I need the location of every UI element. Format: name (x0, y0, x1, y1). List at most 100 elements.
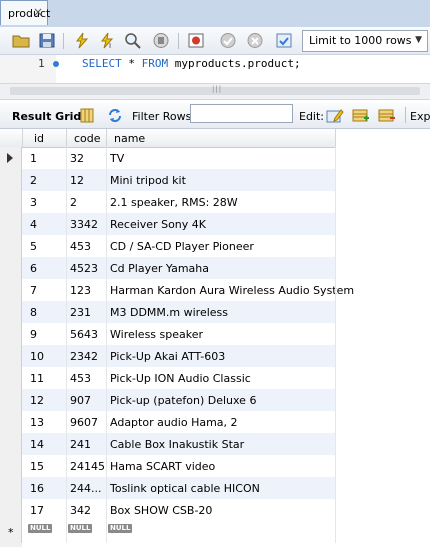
cell-id[interactable]: 13 (30, 416, 44, 429)
row-header[interactable] (0, 257, 22, 279)
export-label[interactable]: Expo (410, 110, 430, 123)
row-header[interactable] (0, 301, 22, 323)
cell-name[interactable]: Pick-up (patefon) Deluxe 6 (110, 394, 256, 407)
limit-rows-select[interactable]: Limit to 1000 rows ▼ (302, 30, 428, 52)
cell-id[interactable]: 6 (30, 262, 37, 275)
grid-layout-icon[interactable] (80, 108, 94, 123)
edit-row-icon[interactable] (326, 107, 344, 124)
sql-editor[interactable]: 1 SELECT * FROM myproducts.product; (0, 55, 430, 83)
cell-name[interactable]: Pick-Up Akai ATT-603 (110, 350, 225, 363)
column-divider[interactable] (335, 129, 336, 147)
cell-id[interactable]: 5 (30, 240, 37, 253)
cell-id[interactable]: 11 (30, 372, 44, 385)
cell-name[interactable]: Wireless speaker (110, 328, 203, 341)
row-header[interactable] (0, 433, 22, 455)
tab-product[interactable]: product × (0, 0, 50, 25)
filter-rows-input[interactable] (190, 104, 293, 123)
autocommit-icon[interactable] (275, 32, 293, 49)
new-row[interactable]: * NULL NULL NULL (0, 521, 336, 543)
cell-name[interactable]: Cable Box Inakustik Star (110, 438, 244, 451)
table-row[interactable]: 14 241 Cable Box Inakustik Star (0, 433, 336, 455)
row-header[interactable] (0, 345, 22, 367)
cell-id[interactable]: 9 (30, 328, 37, 341)
row-header[interactable] (0, 213, 22, 235)
table-row[interactable]: 12 907 Pick-up (patefon) Deluxe 6 (0, 389, 336, 411)
cell-name[interactable]: Pick-Up ION Audio Classic (110, 372, 251, 385)
execute-icon[interactable] (73, 32, 91, 49)
cell-name[interactable]: M3 DDMM.m wireless (110, 306, 228, 319)
row-header[interactable] (0, 191, 22, 213)
cell-id[interactable]: 4 (30, 218, 37, 231)
cell-id[interactable]: 2 (30, 174, 37, 187)
refresh-icon[interactable] (106, 107, 124, 124)
table-row[interactable]: 16 244... Toslink optical cable HICON (0, 477, 336, 499)
row-header[interactable] (0, 235, 22, 257)
row-header[interactable] (0, 411, 22, 433)
cell-code[interactable]: 453 (70, 372, 91, 385)
cell-id[interactable]: 17 (30, 504, 44, 517)
cell-name[interactable]: Adaptor audio Hama, 2 (110, 416, 238, 429)
cell-code[interactable]: 9607 (70, 416, 98, 429)
table-row[interactable]: 9 5643 Wireless speaker (0, 323, 336, 345)
cell-id[interactable]: 10 (30, 350, 44, 363)
table-row[interactable]: 13 9607 Adaptor audio Hama, 2 (0, 411, 336, 433)
table-row[interactable]: 15 24145 Hama SCART video (0, 455, 336, 477)
table-row[interactable]: 17 342 Box SHOW CSB-20 (0, 499, 336, 521)
table-row[interactable]: 11 453 Pick-Up ION Audio Classic (0, 367, 336, 389)
editor-horizontal-scrollbar[interactable]: ||| (0, 83, 430, 100)
row-header[interactable] (0, 499, 22, 521)
row-header[interactable] (0, 477, 22, 499)
column-divider[interactable] (66, 129, 67, 147)
table-row[interactable]: 4 3342 Receiver Sony 4K (0, 213, 336, 235)
save-icon[interactable] (38, 32, 56, 49)
cell-id[interactable]: 7 (30, 284, 37, 297)
result-grid-tab[interactable]: Result Grid (12, 110, 81, 123)
cell-id[interactable]: 3 (30, 196, 37, 209)
cell-code[interactable]: 32 (70, 152, 84, 165)
execute-current-icon[interactable]: I (98, 32, 116, 49)
cell-code[interactable]: 123 (70, 284, 91, 297)
cell-code[interactable]: 5643 (70, 328, 98, 341)
commit-icon[interactable] (219, 32, 237, 49)
cell-code[interactable]: 2342 (70, 350, 98, 363)
row-header[interactable]: * (0, 521, 22, 543)
table-row[interactable]: 7 123 Harman Kardon Aura Wireless Audio Sy… (0, 279, 354, 301)
cell-name[interactable]: TV (110, 152, 124, 165)
cell-code[interactable]: 12 (70, 174, 84, 187)
row-header[interactable] (0, 455, 22, 477)
row-header[interactable] (0, 323, 22, 345)
cell-code[interactable]: 241 (70, 438, 91, 451)
cell-name[interactable]: Harman Kardon Aura Wireless Audio System (110, 284, 354, 297)
cell-id[interactable]: 16 (30, 482, 44, 495)
row-header[interactable] (0, 367, 22, 389)
cell-name[interactable]: Hama SCART video (110, 460, 215, 473)
cell-code[interactable]: 3342 (70, 218, 98, 231)
cell-id[interactable]: 14 (30, 438, 44, 451)
cell-code[interactable]: 4523 (70, 262, 98, 275)
cell-name[interactable]: Toslink optical cable HICON (110, 482, 260, 495)
table-row[interactable]: 1 32 TV (0, 147, 336, 169)
null-badge[interactable]: NULL (68, 524, 93, 533)
row-header[interactable] (0, 169, 22, 191)
folder-open-icon[interactable] (12, 32, 30, 49)
add-row-icon[interactable] (352, 107, 370, 124)
cell-code[interactable]: 2 (70, 196, 77, 209)
cell-id[interactable]: 12 (30, 394, 44, 407)
cell-name[interactable]: Box SHOW CSB-20 (110, 504, 212, 517)
cell-id[interactable]: 15 (30, 460, 44, 473)
cell-name[interactable]: 2.1 speaker, RMS: 28W (110, 196, 238, 209)
row-header[interactable] (0, 147, 22, 169)
table-row[interactable]: 3 2 2.1 speaker, RMS: 28W (0, 191, 336, 213)
cell-code[interactable]: 231 (70, 306, 91, 319)
cell-code[interactable]: 907 (70, 394, 91, 407)
cell-name[interactable]: Receiver Sony 4K (110, 218, 206, 231)
cell-code[interactable]: 24145 (70, 460, 105, 473)
table-row[interactable]: 10 2342 Pick-Up Akai ATT-603 (0, 345, 336, 367)
rollback-icon[interactable] (246, 32, 264, 49)
column-header-name[interactable]: name (114, 132, 145, 145)
table-row[interactable]: 2 12 Mini tripod kit (0, 169, 336, 191)
cell-code[interactable]: 453 (70, 240, 91, 253)
cell-name[interactable]: CD / SA-CD Player Pioneer (110, 240, 254, 253)
cell-code[interactable]: 244... (70, 482, 102, 495)
null-badge[interactable]: NULL (28, 524, 53, 533)
